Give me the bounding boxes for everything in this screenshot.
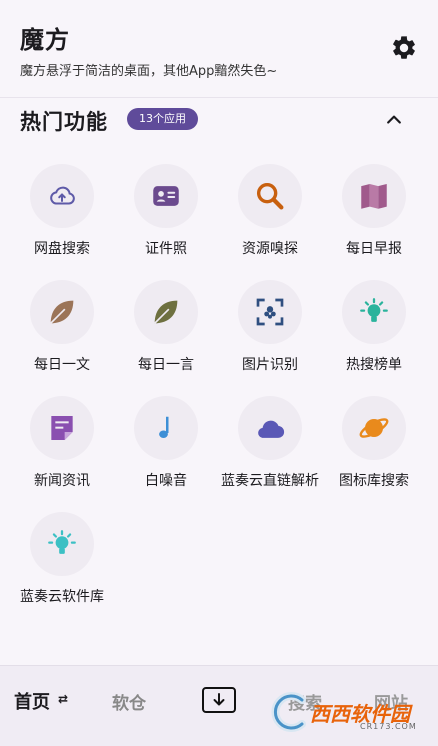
app-title: 魔方 <box>20 26 70 54</box>
app-label: 证件照 <box>145 241 187 257</box>
app-item-resource-sniff[interactable]: 资源嗅探 <box>216 150 324 260</box>
app-label: 热搜榜单 <box>346 357 402 373</box>
app-label: 资源嗅探 <box>242 241 298 257</box>
app-item-lanzou-software[interactable]: 蓝奏云软件库 <box>8 498 116 608</box>
app-label: 图标库搜索 <box>339 473 409 489</box>
app-item-netdisk-search[interactable]: 网盘搜索 <box>8 150 116 260</box>
app-item-image-recognition[interactable]: 图片识别 <box>216 266 324 376</box>
app-icon-bg <box>342 280 406 344</box>
app-icon-bg <box>342 164 406 228</box>
download-icon[interactable] <box>202 687 236 713</box>
app-label: 每日一言 <box>138 357 194 373</box>
app-item-id-photo[interactable]: 证件照 <box>112 150 220 260</box>
app-icon-bg <box>30 164 94 228</box>
cloud-icon <box>258 420 285 438</box>
app-label: 网盘搜索 <box>34 241 90 257</box>
id-card-icon <box>153 186 179 206</box>
app-label: 蓝奏云软件库 <box>20 589 104 605</box>
app-icon-bg <box>342 396 406 460</box>
watermark: 西西软件园 CR173.COM <box>262 690 434 734</box>
app-icon-bg <box>30 512 94 576</box>
app-icon-bg <box>238 280 302 344</box>
watermark-logo-icon <box>271 692 306 732</box>
app-item-news[interactable]: 新闻资讯 <box>8 382 116 492</box>
app-item-icon-search[interactable]: 图标库搜索 <box>320 382 428 492</box>
bulb-icon <box>48 530 76 554</box>
app-header: 魔方 魔方悬浮于简洁的桌面，其他App黯然失色~ <box>0 0 438 98</box>
app-item-white-noise[interactable]: 白噪音 <box>112 382 220 492</box>
app-icon-bg <box>30 396 94 460</box>
chevron-up-icon[interactable] <box>384 110 404 130</box>
bulb-icon <box>360 298 388 322</box>
app-icon-bg <box>30 280 94 344</box>
swap-icon[interactable]: ⇄ <box>58 692 68 706</box>
app-item-daily-quote[interactable]: 每日一言 <box>112 266 220 376</box>
app-item-hot-list[interactable]: 热搜榜单 <box>320 266 428 376</box>
magnifier-icon <box>256 182 284 210</box>
app-label: 每日早报 <box>346 241 402 257</box>
app-label: 图片识别 <box>242 357 298 373</box>
app-item-daily-news[interactable]: 每日早报 <box>320 150 428 260</box>
note-icon <box>51 416 73 440</box>
planet-icon <box>359 418 389 438</box>
nav-store[interactable]: 软仓 <box>112 689 146 714</box>
app-label: 新闻资讯 <box>34 473 90 489</box>
app-label: 每日一文 <box>34 357 90 373</box>
app-label: 白噪音 <box>145 473 187 489</box>
book-icon <box>361 183 387 209</box>
nav-home[interactable]: 首页 <box>14 688 50 714</box>
leaf-icon <box>50 300 74 324</box>
app-icon-bg <box>134 280 198 344</box>
app-item-daily-article[interactable]: 每日一文 <box>8 266 116 376</box>
app-icon-bg <box>238 396 302 460</box>
app-subtitle: 魔方悬浮于简洁的桌面，其他App黯然失色~ <box>20 64 278 79</box>
app-label: 蓝奏云直链解析 <box>221 473 319 489</box>
leaf-icon <box>154 300 178 324</box>
music-note-icon <box>159 416 169 438</box>
app-icon-bg <box>134 164 198 228</box>
section-title: 热门功能 <box>20 110 108 134</box>
gear-icon[interactable] <box>390 34 418 62</box>
app-count-badge: 13个应用 <box>127 108 198 130</box>
scan-icon <box>256 298 284 326</box>
arrow-down-icon <box>213 693 225 706</box>
cloud-upload-icon <box>50 186 75 205</box>
app-icon-bg <box>134 396 198 460</box>
watermark-site: CR173.COM <box>360 722 417 731</box>
section-header[interactable]: 热门功能 13个应用 <box>0 100 438 140</box>
app-item-lanzou-link[interactable]: 蓝奏云直链解析 <box>216 382 324 492</box>
app-icon-bg <box>238 164 302 228</box>
